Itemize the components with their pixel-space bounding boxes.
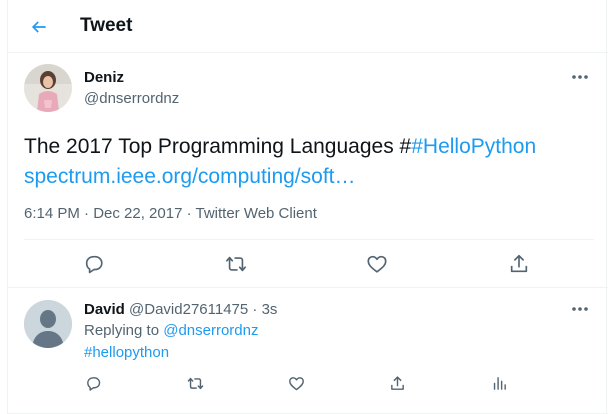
reply-header: David @David27611475 · 3s (84, 301, 277, 318)
like-icon (367, 255, 387, 273)
reply-author-handle[interactable]: @David27611475 (129, 301, 248, 318)
header: Tweet (8, 0, 608, 53)
share-icon (390, 375, 404, 390)
reply-share-button[interactable] (387, 373, 407, 393)
reply-separator: · (252, 301, 258, 318)
page-title: Tweet (80, 15, 133, 36)
avatar-image (24, 64, 72, 112)
tweet-link[interactable]: spectrum.ieee.org/computing/soft… (24, 162, 594, 192)
tweet-timestamp[interactable]: 6:14 PM · Dec 22, 2017 · Twitter Web Cli… (24, 205, 317, 222)
reply-text[interactable]: #hellopython (84, 344, 169, 361)
reply-analytics-button[interactable] (489, 373, 509, 393)
reply-more-button[interactable] (566, 299, 594, 319)
replying-to: Replying to @dnserrordnz (84, 322, 259, 339)
more-icon (572, 307, 588, 311)
tweet-text: The 2017 Top Programming Languages ##Hel… (24, 132, 594, 192)
reply-retweet-button[interactable] (185, 373, 205, 393)
like-icon (288, 376, 304, 390)
replying-handle[interactable]: @dnserrordnz (163, 322, 258, 339)
reply-avatar[interactable] (24, 300, 72, 348)
reply-author-name[interactable]: David (84, 301, 125, 318)
arrow-left-icon (31, 21, 46, 33)
more-button[interactable] (566, 67, 594, 87)
replying-label: Replying to (84, 322, 160, 339)
reply-button[interactable] (81, 251, 107, 277)
reply-actions (8, 369, 608, 397)
default-avatar-icon (24, 300, 72, 348)
back-button[interactable] (22, 10, 56, 44)
reply-time[interactable]: 3s (262, 301, 278, 318)
author-handle[interactable]: @dnserrordnz (84, 90, 179, 107)
retweet-button[interactable] (223, 251, 249, 277)
author-name[interactable]: Deniz (84, 69, 124, 86)
reply-tweet: David @David27611475 · 3s Replying to @d… (8, 289, 608, 414)
tweet-text-prefix: The 2017 Top Programming Languages # (24, 135, 412, 158)
tweet-hashtag[interactable]: #HelloPython (411, 135, 536, 158)
retweet-icon (187, 377, 203, 389)
reply-like-button[interactable] (286, 373, 306, 393)
reply-icon (85, 255, 103, 274)
like-button[interactable] (364, 251, 390, 277)
tweet-thread-panel: Tweet Deniz @dnserrordnz The 2017 Top Pr… (7, 0, 608, 414)
retweet-icon (226, 256, 246, 272)
share-button[interactable] (506, 251, 532, 277)
share-icon (510, 254, 528, 273)
reply-icon (86, 376, 100, 391)
author-avatar[interactable] (24, 64, 72, 112)
main-tweet: Deniz @dnserrordnz The 2017 Top Programm… (8, 53, 608, 288)
reply-reply-button[interactable] (83, 373, 103, 393)
more-icon (572, 75, 588, 79)
tweet-actions (8, 240, 608, 288)
analytics-icon (493, 376, 506, 390)
